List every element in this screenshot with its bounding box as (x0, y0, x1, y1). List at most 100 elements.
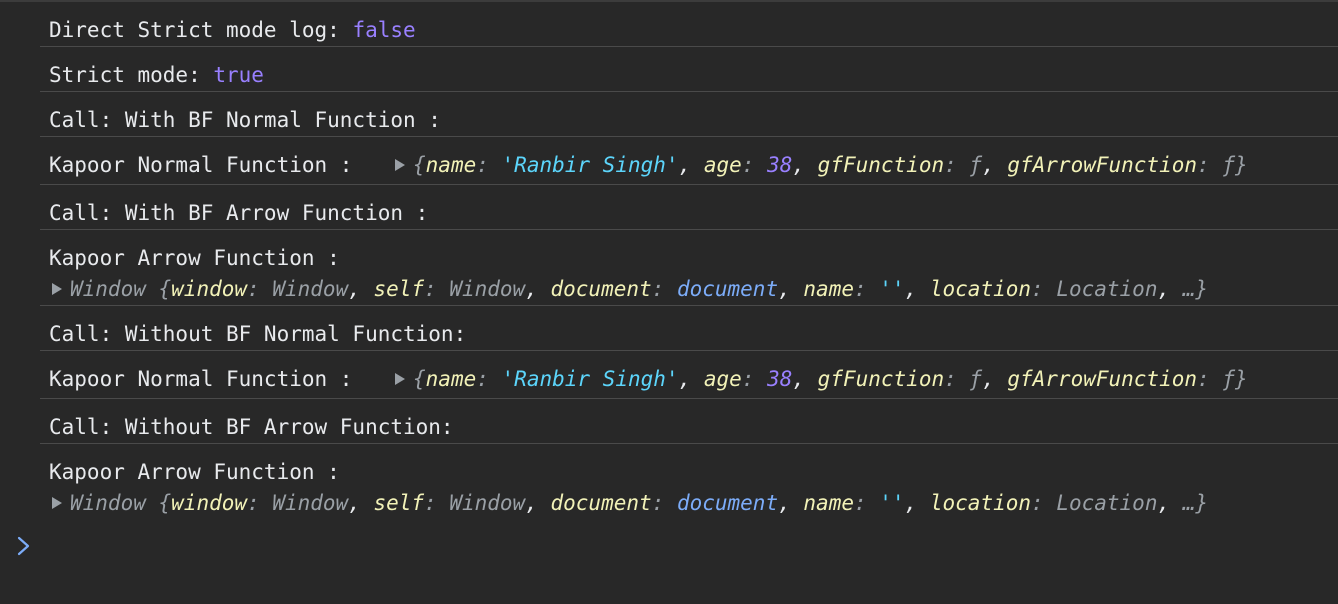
colon: : (476, 367, 502, 391)
console-prompt-input[interactable] (14, 532, 34, 560)
console-log-row: Strict mode: true (40, 47, 1338, 92)
comma: , (1157, 491, 1183, 515)
colon: : (1197, 153, 1223, 177)
log-text: Strict mode: (49, 63, 214, 87)
property-key: document (550, 491, 652, 515)
colon: : (424, 277, 450, 301)
property-key: gfFunction (817, 367, 945, 391)
colon: : (424, 491, 450, 515)
console-output: Direct Strict mode log: false Strict mod… (0, 2, 1338, 519)
console-log-message: Kapoor Normal Function : (49, 153, 353, 177)
property-key: gfFunction (817, 153, 945, 177)
property-key: name (425, 367, 477, 391)
property-value: document (676, 277, 779, 301)
comma: , (348, 491, 374, 515)
property-value: ƒ (1222, 153, 1235, 177)
colon: : (1197, 367, 1223, 391)
window-object-preview[interactable]: Window {window: Window, self: Window, do… (52, 275, 1208, 303)
console-log-row: Call: With BF Normal Function : (40, 92, 1338, 137)
ellipsis: …} (1182, 491, 1209, 515)
property-key: name (803, 277, 854, 301)
log-text: Direct Strict mode log: (49, 18, 353, 42)
brace: } (1234, 153, 1248, 177)
console-log-message: Strict mode: true (49, 61, 264, 89)
comma: , (792, 153, 818, 177)
window-label: Window { (70, 277, 172, 301)
brace: } (1234, 367, 1248, 391)
console-log-message: Call: Without BF Arrow Function: (49, 415, 454, 439)
comma: , (982, 367, 1008, 391)
property-value: Window (272, 277, 349, 301)
console-log-row: Kapoor Normal Function : {name: 'Ranbir … (40, 137, 1338, 185)
property-value: Location (1056, 277, 1158, 301)
expand-triangle-icon[interactable] (395, 373, 405, 385)
comma: , (678, 367, 704, 391)
expand-triangle-icon[interactable] (395, 159, 405, 171)
object-preview[interactable]: {name: 'Ranbir Singh', age: 38, gfFuncti… (395, 151, 1248, 179)
property-value: Location (1056, 491, 1158, 515)
console-log-row: Call: Without BF Arrow Function: (40, 399, 1338, 444)
property-value: Window (449, 491, 526, 515)
comma: , (1157, 277, 1183, 301)
colon: : (247, 277, 273, 301)
expand-triangle-icon[interactable] (52, 283, 62, 295)
log-boolean-value: true (213, 63, 264, 87)
console-log-message: Kapoor Arrow Function : (49, 460, 340, 484)
console-log-row: Call: With BF Arrow Function : (40, 185, 1338, 230)
property-key: gfArrowFunction (1007, 367, 1198, 391)
console-log-row: Kapoor Arrow Function : Window {window: … (40, 444, 1338, 519)
property-value: ƒ (1222, 367, 1235, 391)
colon: : (651, 277, 677, 301)
property-value: 'Ranbir Singh' (501, 367, 679, 391)
colon: : (1031, 491, 1057, 515)
comma: , (348, 277, 374, 301)
window-object-preview[interactable]: Window {window: Window, self: Window, do… (52, 489, 1208, 517)
property-key: window (171, 277, 248, 301)
property-value: Window (449, 277, 526, 301)
property-value: 'Ranbir Singh' (501, 153, 679, 177)
property-key: self (373, 277, 425, 301)
property-key: window (171, 491, 248, 515)
property-key: gfArrowFunction (1007, 153, 1198, 177)
property-value: '' (879, 277, 905, 301)
window-label: Window { (70, 491, 172, 515)
comma: , (982, 153, 1008, 177)
object-preview[interactable]: {name: 'Ranbir Singh', age: 38, gfFuncti… (395, 365, 1248, 393)
property-key: location (929, 277, 1032, 301)
colon: : (741, 367, 768, 391)
console-log-row: Kapoor Arrow Function : Window {window: … (40, 230, 1338, 306)
comma: , (525, 277, 551, 301)
comma: , (678, 153, 704, 177)
comma: , (792, 367, 818, 391)
console-log-message: Call: Without BF Normal Function: (49, 322, 467, 346)
colon: : (853, 277, 880, 301)
property-value: Window (272, 491, 349, 515)
console-log-message: Kapoor Normal Function : (49, 367, 353, 391)
expand-triangle-icon[interactable] (52, 497, 62, 509)
colon: : (476, 153, 502, 177)
brace: { (413, 367, 426, 391)
comma: , (525, 491, 551, 515)
colon: : (247, 491, 273, 515)
console-log-message: Direct Strict mode log: false (49, 16, 416, 44)
brace: { (413, 153, 426, 177)
colon: : (944, 367, 970, 391)
property-value: document (676, 491, 779, 515)
property-value: ƒ (969, 367, 983, 391)
property-key: name (425, 153, 477, 177)
property-value: '' (879, 491, 905, 515)
ellipsis: …} (1182, 277, 1209, 301)
comma: , (904, 491, 930, 515)
console-log-row: Call: Without BF Normal Function: (40, 306, 1338, 351)
property-value: 38 (767, 153, 793, 177)
property-key: document (550, 277, 652, 301)
console-log-message: Kapoor Arrow Function : (49, 246, 340, 270)
colon: : (651, 491, 677, 515)
console-log-message: Call: With BF Arrow Function : (49, 201, 429, 225)
comma: , (904, 277, 930, 301)
colon: : (1031, 277, 1057, 301)
colon: : (944, 153, 970, 177)
log-boolean-value: false (352, 18, 416, 42)
property-value: ƒ (969, 153, 983, 177)
console-log-row: Kapoor Normal Function : {name: 'Ranbir … (40, 351, 1338, 399)
